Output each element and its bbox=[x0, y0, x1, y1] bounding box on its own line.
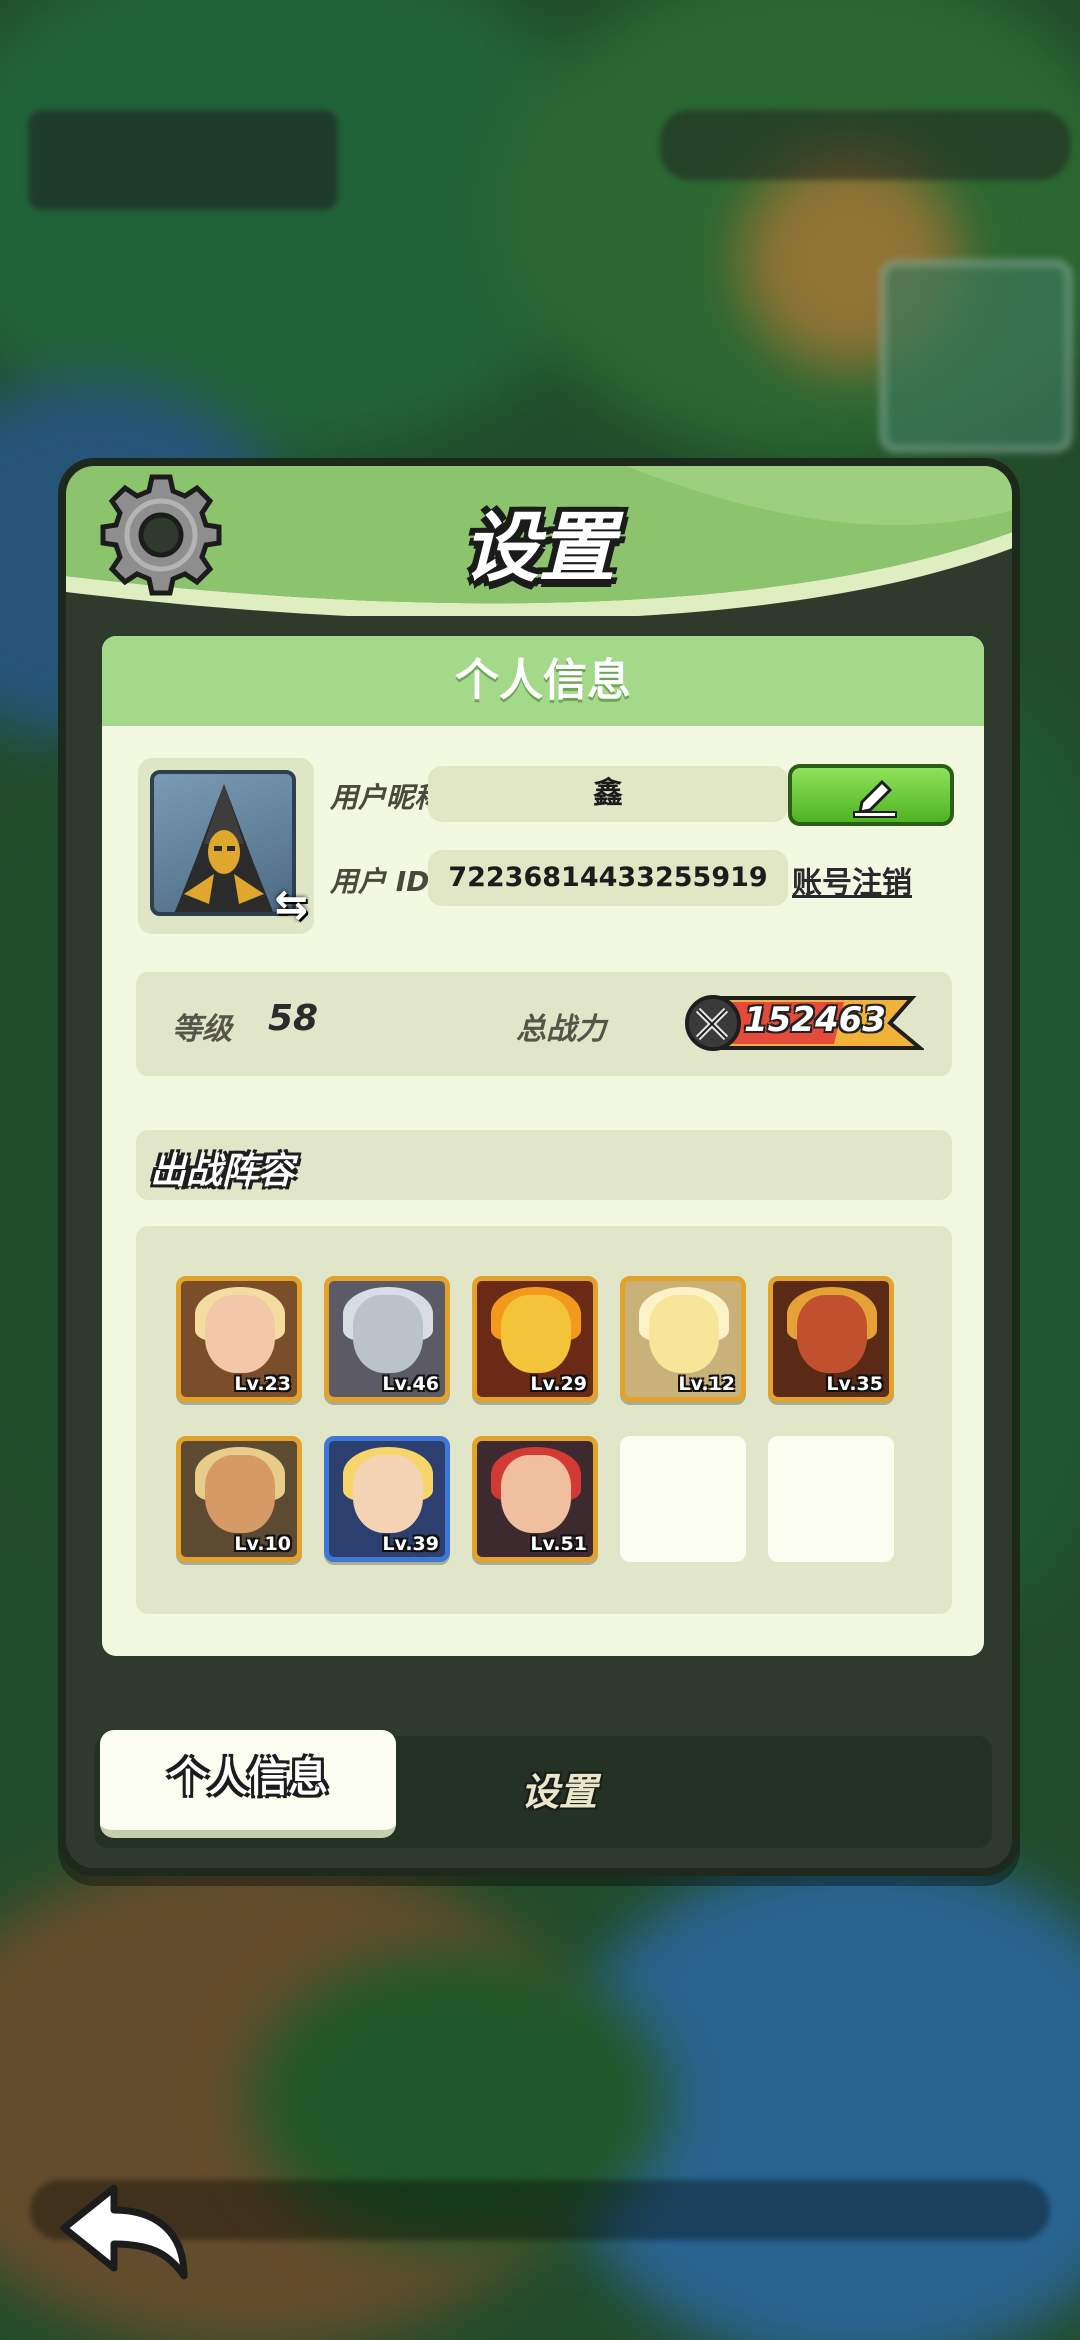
tab-profile[interactable]: 个人信息 bbox=[100, 1730, 396, 1838]
hero-slot-8[interactable]: Lv.51 bbox=[472, 1436, 598, 1562]
back-arrow-icon bbox=[60, 2184, 188, 2280]
swap-arrows-icon[interactable]: ⇆ bbox=[274, 882, 308, 928]
profile-section-title: 个人信息 bbox=[102, 636, 984, 726]
player-hud-blurred bbox=[28, 110, 338, 210]
lineup-grid: Lv.23 Lv.46 Lv.29 Lv.12 Lv.35 Lv.10 Lv.3… bbox=[136, 1226, 952, 1614]
profile-card: 个人信息 ⇆ 用户昵称 鑫 用户 ID 72236814433255919 账号… bbox=[102, 636, 984, 1656]
hero-slot-empty-9[interactable] bbox=[620, 1436, 746, 1562]
edit-nickname-button[interactable] bbox=[788, 764, 954, 826]
lineup-title-bar: 出战阵容 bbox=[136, 1130, 952, 1200]
user-id-field: 72236814433255919 bbox=[428, 850, 788, 906]
total-power-value: 152463 bbox=[744, 1000, 886, 1040]
account-deregister-link[interactable]: 账号注销 bbox=[792, 858, 912, 902]
lineup-title: 出战阵容 bbox=[150, 1151, 295, 1192]
hero-slot-3[interactable]: Lv.29 bbox=[472, 1276, 598, 1402]
hero-slot-4[interactable]: Lv.12 bbox=[620, 1276, 746, 1402]
hero-slot-6[interactable]: Lv.10 bbox=[176, 1436, 302, 1562]
back-button[interactable] bbox=[56, 2180, 196, 2290]
level-label: 等级 bbox=[172, 1012, 232, 1047]
hero-slot-1[interactable]: Lv.23 bbox=[176, 1276, 302, 1402]
minimap-blurred bbox=[880, 260, 1072, 452]
resource-hud-blurred bbox=[660, 110, 1070, 180]
stats-bar: 等级 58 总战力 152463 bbox=[136, 972, 952, 1076]
power-badge: 152463 bbox=[684, 994, 924, 1052]
pencil-icon bbox=[853, 779, 897, 818]
hero-slot-empty-10[interactable] bbox=[768, 1436, 894, 1562]
panel-tabs: 个人信息 设置 bbox=[94, 1730, 992, 1848]
nickname-label: 用户昵称 bbox=[330, 781, 443, 814]
nickname-field: 鑫 bbox=[428, 766, 788, 822]
hero-slot-5[interactable]: Lv.35 bbox=[768, 1276, 894, 1402]
panel-title: 设置 bbox=[463, 503, 615, 592]
avatar-frame[interactable]: ⇆ bbox=[138, 758, 314, 934]
tab-settings[interactable]: 设置 bbox=[474, 1736, 644, 1848]
user-id-label: 用户 ID bbox=[330, 865, 430, 898]
settings-panel: 设置 个人信息 ⇆ 用户昵称 鑫 用户 ID 72236814433255919… bbox=[58, 458, 1020, 1876]
hero-slot-7[interactable]: Lv.39 bbox=[324, 1436, 450, 1562]
total-power-label: 总战力 bbox=[516, 1012, 606, 1047]
level-value: 58 bbox=[268, 998, 319, 1039]
hero-slot-2[interactable]: Lv.46 bbox=[324, 1276, 450, 1402]
panel-header: 设置 bbox=[66, 466, 1012, 616]
